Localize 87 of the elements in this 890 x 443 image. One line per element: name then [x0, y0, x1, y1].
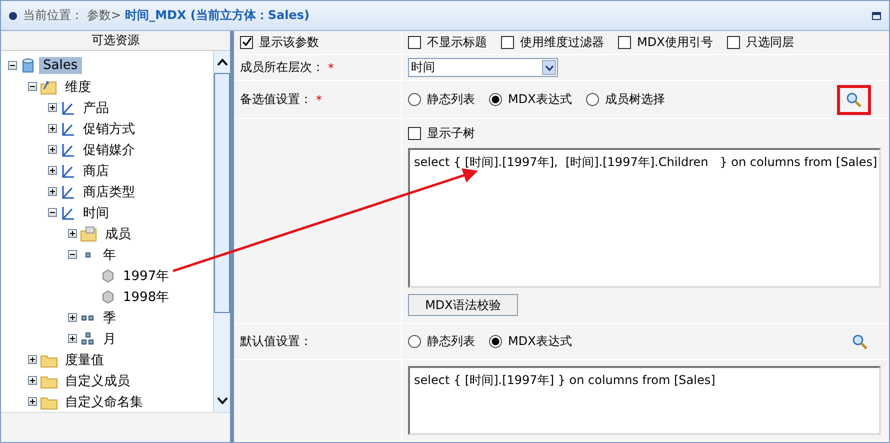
tree-item[interactable]: 月 — [99, 328, 120, 348]
scrollbar-thumb[interactable] — [214, 73, 230, 313]
axes-icon — [60, 120, 76, 136]
radio-button[interactable] — [489, 335, 502, 348]
radio-button[interactable] — [408, 93, 421, 106]
collapse-icon[interactable] — [8, 61, 17, 70]
tree-item[interactable]: 年 — [99, 244, 120, 264]
mdx-text-area[interactable]: select { [时间].[1997年] } on columns from [Sales] — [408, 366, 881, 435]
expand-icon[interactable] — [68, 313, 77, 322]
radio-label: 静态列表 — [427, 91, 475, 108]
expand-icon[interactable] — [28, 355, 37, 364]
tree-item[interactable]: 度量值 — [61, 350, 108, 370]
field-label: 备选值设置： — [240, 91, 312, 108]
axes-icon — [60, 100, 76, 116]
breadcrumb-label: 当前位置： — [23, 7, 83, 24]
checkbox-label: 显示子树 — [427, 125, 475, 142]
axes-icon — [60, 184, 76, 200]
breadcrumb-link[interactable]: 参数> — [87, 7, 122, 24]
required-mark: * — [316, 92, 322, 106]
level-select[interactable]: 时间 — [408, 58, 558, 77]
required-mark: * — [328, 60, 334, 74]
tree-item[interactable]: 1998年 — [119, 286, 174, 306]
radio-label: MDX表达式 — [508, 91, 572, 108]
maximize-icon[interactable] — [872, 12, 881, 20]
radio-label: MDX表达式 — [508, 333, 572, 350]
tree-item[interactable]: 商店类型 — [79, 182, 139, 202]
tree-item[interactable]: 促销方式 — [79, 118, 139, 138]
tree-item[interactable]: Sales — [39, 57, 82, 74]
expand-icon[interactable] — [48, 187, 57, 196]
collapse-icon[interactable] — [68, 250, 77, 259]
radio-button[interactable] — [586, 93, 599, 106]
hexagon-icon — [100, 268, 116, 284]
tree-item[interactable]: 自定义成员 — [61, 370, 134, 390]
page-title: 时间_MDX (当前立方体：Sales) — [125, 7, 310, 24]
panel-title: 可选资源 — [1, 31, 230, 51]
cube-icon — [20, 58, 36, 74]
tree-item[interactable]: 产品 — [79, 98, 113, 118]
tree-item[interactable]: 1997年 — [119, 266, 174, 286]
expand-icon[interactable] — [48, 145, 57, 154]
collapse-icon[interactable] — [28, 82, 37, 91]
collapse-icon[interactable] — [48, 208, 57, 217]
field-label: 默认值设置： — [240, 333, 312, 350]
checkbox-label: 显示该参数 — [259, 34, 319, 51]
caret-icon — [544, 64, 554, 70]
tree-item[interactable]: 商店 — [79, 160, 113, 180]
expand-icon[interactable] — [48, 103, 57, 112]
checkbox[interactable] — [618, 36, 631, 49]
hexagon-icon — [100, 288, 116, 304]
tree-item[interactable]: 季 — [99, 308, 120, 328]
search-icon — [846, 92, 862, 108]
axes-icon — [60, 142, 76, 158]
axes-icon — [60, 204, 76, 220]
tree-item[interactable]: 维度 — [61, 76, 95, 96]
checkbox[interactable] — [726, 36, 740, 49]
expand-icon[interactable] — [68, 334, 77, 343]
checkbox-label: 不显示标题 — [427, 34, 487, 51]
folder-icon — [80, 226, 98, 242]
field-label: 成员所在层次： — [240, 59, 324, 76]
expand-icon[interactable] — [68, 229, 77, 238]
tree-item[interactable]: 成员 — [101, 224, 135, 244]
dots-icon — [80, 330, 96, 346]
radio-button[interactable] — [489, 93, 502, 106]
search-icon — [852, 334, 868, 350]
mdx-text-area[interactable]: select { [时间].[1997年], [时间].[1997年].Children } on columns from [Sales] — [408, 148, 881, 288]
radio-label: 成员树选择 — [604, 91, 665, 108]
checkbox[interactable] — [501, 36, 514, 49]
expand-icon[interactable] — [48, 166, 57, 175]
expand-icon[interactable] — [48, 124, 57, 133]
radio-button[interactable] — [408, 335, 421, 348]
checkbox-label: 只选同层 — [746, 34, 794, 51]
scrollbar[interactable] — [213, 51, 230, 412]
checkbox-label: MDX使用引号 — [637, 34, 713, 51]
checkbox-label: 使用维度过滤器 — [520, 34, 604, 51]
tree-item[interactable]: 促销媒介 — [79, 140, 139, 160]
axes-icon — [60, 162, 76, 178]
tree-item[interactable]: 自定义命名集 — [61, 392, 147, 412]
radio-label: 静态列表 — [427, 333, 475, 350]
checkbox[interactable] — [408, 36, 421, 49]
checkbox[interactable] — [408, 127, 421, 140]
validate-button[interactable]: MDX语法校验 — [408, 294, 518, 316]
folder-icon — [40, 78, 58, 94]
tree-item[interactable]: 时间 — [79, 202, 113, 222]
expand-icon[interactable] — [28, 376, 37, 385]
bullet-icon — [9, 12, 17, 20]
checkbox[interactable] — [240, 36, 253, 49]
expand-icon[interactable] — [28, 397, 37, 406]
search-button[interactable] — [837, 84, 871, 114]
